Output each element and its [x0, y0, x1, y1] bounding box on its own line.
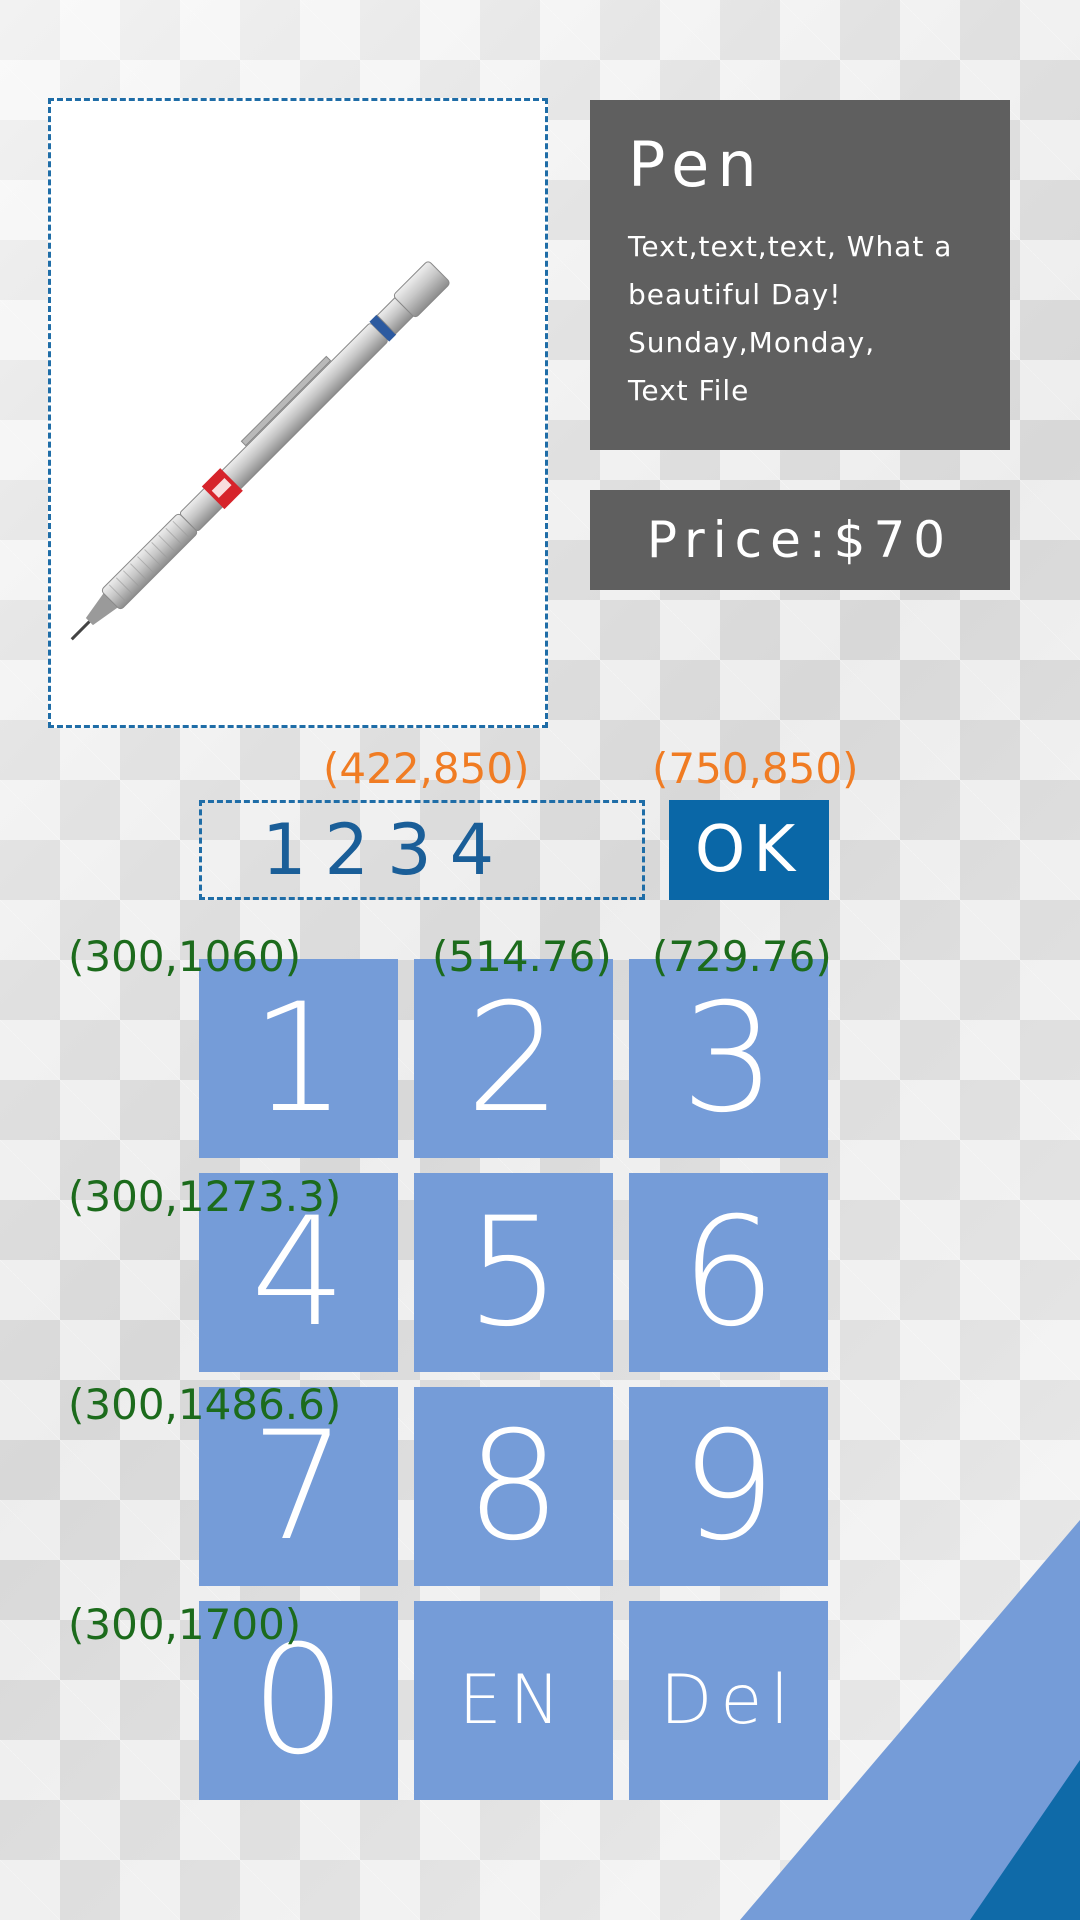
product-info-card: Pen Text,text,text, What a beautiful Day…: [590, 100, 1010, 450]
coordinate-label-key-3: (729.76): [652, 932, 832, 981]
key-2[interactable]: 2: [414, 959, 613, 1158]
product-description-line: Text File: [628, 374, 750, 407]
product-description-line: Text,text,text, What a: [628, 230, 953, 263]
key-en[interactable]: EN: [414, 1601, 613, 1800]
key-1[interactable]: 1: [199, 959, 398, 1158]
coordinate-label-key-2: (514.76): [432, 932, 612, 981]
corner-decoration-dark: [970, 1760, 1080, 1920]
key-del[interactable]: Del: [629, 1601, 828, 1800]
coordinate-label-key-0: (300,1700): [68, 1600, 302, 1649]
coordinate-label-key-4: (300,1273.3): [68, 1172, 342, 1221]
coordinate-label-input: (422,850): [323, 744, 530, 793]
key-8[interactable]: 8: [414, 1387, 613, 1586]
coordinate-label-key-7: (300,1486.6): [68, 1380, 342, 1429]
product-description-line: Sunday,Monday,: [628, 326, 876, 359]
key-9[interactable]: 9: [629, 1387, 828, 1586]
key-5[interactable]: 5: [414, 1173, 613, 1372]
key-6[interactable]: 6: [629, 1173, 828, 1372]
coordinate-label-key-1: (300,1060): [68, 932, 302, 981]
key-3[interactable]: 3: [629, 959, 828, 1158]
product-title: Pen: [628, 128, 765, 201]
code-input-field[interactable]: 1234: [199, 800, 645, 900]
price-label: Price:$70: [590, 490, 1010, 590]
product-description-line: beautiful Day!: [628, 278, 842, 311]
product-image-frame: [48, 98, 548, 728]
pen-image: [70, 261, 450, 641]
coordinate-label-ok: (750,850): [652, 744, 859, 793]
ok-button[interactable]: OK: [669, 800, 829, 900]
